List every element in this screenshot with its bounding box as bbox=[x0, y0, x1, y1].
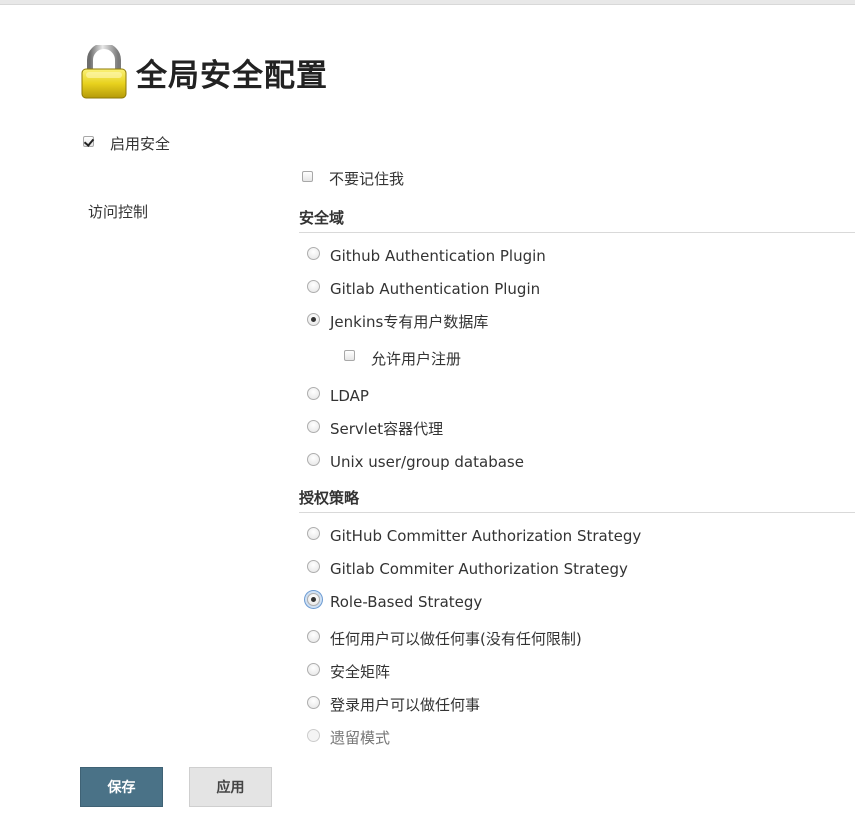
save-button[interactable]: 保存 bbox=[80, 767, 163, 807]
realm-radio-jenkins-db[interactable] bbox=[307, 313, 320, 326]
realm-radio-servlet[interactable] bbox=[307, 420, 320, 433]
enable-security-label: 启用安全 bbox=[110, 135, 171, 153]
auth-label-github-committer: GitHub Committer Authorization Strategy bbox=[330, 527, 642, 545]
page-title: 全局安全配置 bbox=[136, 57, 328, 94]
realm-label-ldap: LDAP bbox=[330, 387, 369, 405]
auth-radio-logged-in[interactable] bbox=[307, 696, 320, 709]
top-divider bbox=[0, 0, 855, 5]
auth-radio-gitlab-commiter[interactable] bbox=[307, 560, 320, 573]
auth-radio-matrix[interactable] bbox=[307, 663, 320, 676]
access-control-label: 访问控制 bbox=[88, 203, 149, 221]
realm-label-gitlab: Gitlab Authentication Plugin bbox=[330, 280, 541, 298]
realm-radio-github[interactable] bbox=[307, 247, 320, 260]
realm-label-github: Github Authentication Plugin bbox=[330, 247, 546, 265]
realm-label-jenkins-db: Jenkins专有用户数据库 bbox=[330, 313, 489, 331]
allow-signup-checkbox[interactable] bbox=[344, 350, 355, 361]
auth-radio-anyone-anything[interactable] bbox=[307, 630, 320, 643]
realm-label-servlet: Servlet容器代理 bbox=[330, 420, 444, 438]
auth-label-matrix: 安全矩阵 bbox=[330, 663, 391, 681]
realm-label-unix: Unix user/group database bbox=[330, 453, 524, 471]
auth-label-anyone-anything: 任何用户可以做任何事(没有任何限制) bbox=[330, 630, 582, 648]
disable-remember-me-label: 不要记住我 bbox=[329, 170, 405, 188]
security-realm-header: 安全域 bbox=[299, 209, 855, 233]
auth-label-gitlab-commiter: Gitlab Commiter Authorization Strategy bbox=[330, 560, 628, 578]
disable-remember-me-checkbox[interactable] bbox=[302, 171, 313, 182]
enable-security-checkbox[interactable] bbox=[83, 136, 94, 147]
allow-signup-label: 允许用户注册 bbox=[371, 350, 462, 368]
realm-radio-gitlab[interactable] bbox=[307, 280, 320, 293]
realm-radio-ldap[interactable] bbox=[307, 387, 320, 400]
authorization-header: 授权策略 bbox=[299, 489, 855, 513]
auth-label-role-based: Role-Based Strategy bbox=[330, 593, 483, 611]
auth-radio-role-based[interactable] bbox=[307, 593, 320, 606]
auth-radio-legacy[interactable] bbox=[307, 729, 320, 742]
auth-label-logged-in: 登录用户可以做任何事 bbox=[330, 696, 481, 714]
auth-radio-github-committer[interactable] bbox=[307, 527, 320, 540]
page-header: 全局安全配置 bbox=[80, 44, 328, 100]
auth-label-legacy: 遗留模式 bbox=[330, 729, 391, 747]
lock-icon bbox=[81, 45, 127, 99]
realm-radio-unix[interactable] bbox=[307, 453, 320, 466]
apply-button[interactable]: 应用 bbox=[189, 767, 272, 807]
